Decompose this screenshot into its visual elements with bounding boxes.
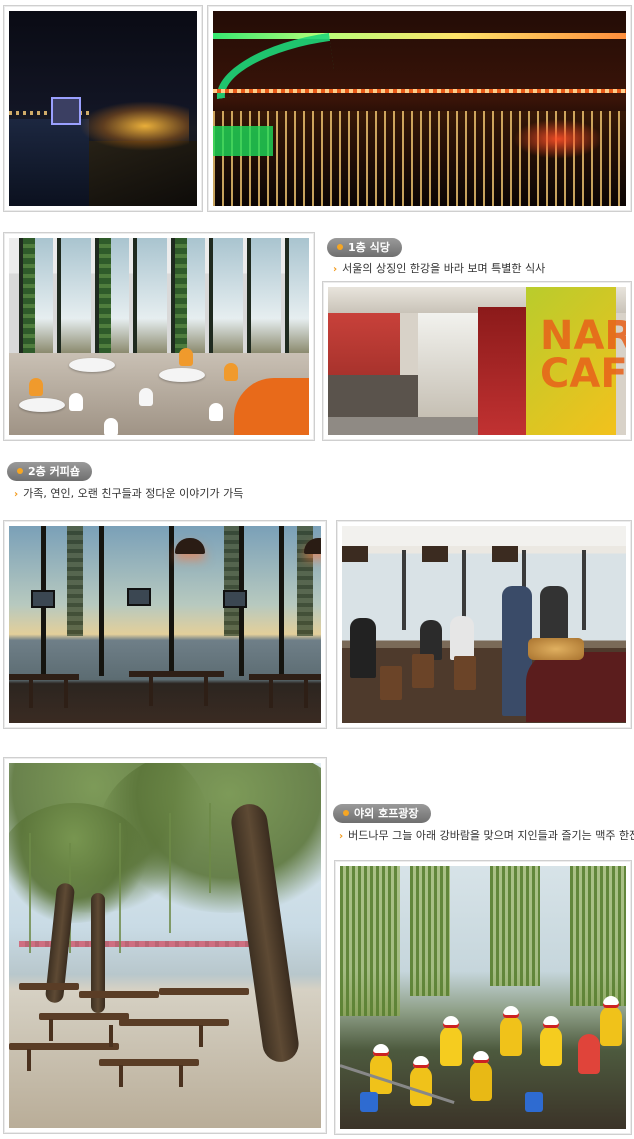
orange-dot-icon [17, 468, 23, 474]
section-caption-outdoor: › 버드나무 그늘 아래 강바람을 맞으며 지인들과 즐기는 맥주 한잔 [339, 829, 634, 844]
section-caption-floor1-text: 서울의 상징인 한강을 바라 보며 특별한 식사 [342, 262, 546, 275]
cafe-sign-text: NAR CAFE [540, 313, 626, 397]
coffee-interior-photo [342, 526, 626, 723]
orange-dot-icon [343, 810, 349, 816]
chevron-right-icon: › [333, 264, 338, 275]
orange-dot-icon [337, 244, 343, 250]
photo-frame-night-riverside [3, 5, 203, 212]
willow-patio-photo [9, 763, 321, 1128]
photo-frame-cafe-counter: NAR CAFE [322, 281, 632, 441]
photo-frame-coffee-window [3, 520, 327, 729]
section-badge-floor1-label: 1층 식당 [348, 241, 390, 254]
photo-frame-coffee-interior [336, 520, 632, 729]
section-caption-outdoor-text: 버드나무 그늘 아래 강바람을 맞으며 지인들과 즐기는 맥주 한잔 [348, 829, 634, 842]
section-caption-floor2-text: 가족, 연인, 오랜 친구들과 정다운 이야기가 가득 [23, 487, 244, 500]
cafe-counter-photo: NAR CAFE [328, 287, 626, 435]
restaurant-interior-photo [9, 238, 309, 435]
photo-frame-cyclists-willows [334, 860, 632, 1135]
night-riverside-photo [9, 11, 197, 206]
photo-frame-rainbow-bridge [207, 5, 632, 212]
chevron-right-icon: › [339, 831, 344, 842]
section-badge-floor2-label: 2층 커피숍 [28, 465, 80, 478]
section-badge-outdoor-label: 야외 호프광장 [354, 807, 419, 820]
chevron-right-icon: › [14, 489, 19, 500]
photo-frame-willow-patio [3, 757, 327, 1134]
section-caption-floor2: › 가족, 연인, 오랜 친구들과 정다운 이야기가 가득 [14, 487, 243, 502]
section-caption-floor1: › 서울의 상징인 한강을 바라 보며 특별한 식사 [333, 262, 545, 277]
section-badge-floor1: 1층 식당 [327, 238, 402, 257]
rainbow-bridge-photo [213, 11, 626, 206]
cyclists-willows-photo [340, 866, 626, 1129]
photo-frame-restaurant-interior [3, 232, 315, 441]
section-badge-outdoor: 야외 호프광장 [333, 804, 431, 823]
section-badge-floor2: 2층 커피숍 [7, 462, 92, 481]
coffee-window-photo [9, 526, 321, 723]
